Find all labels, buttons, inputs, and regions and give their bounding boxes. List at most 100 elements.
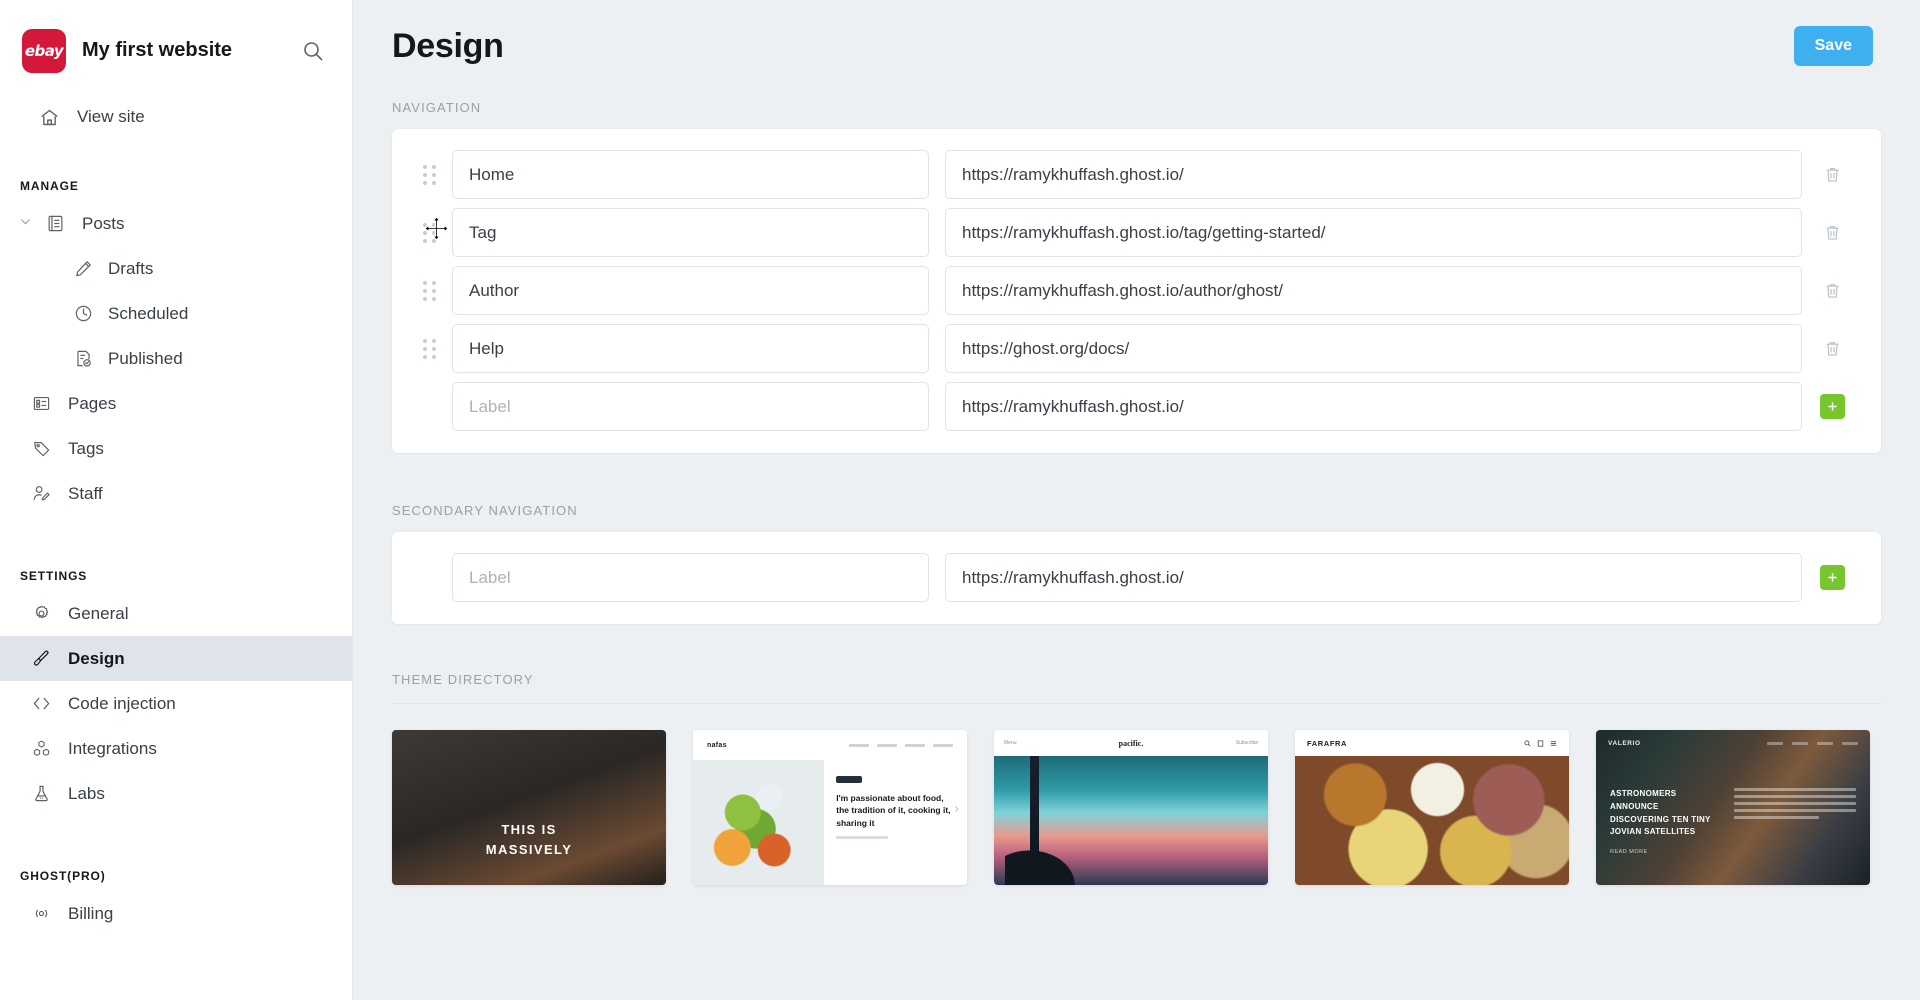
sidebar-item-labs[interactable]: Labs <box>0 771 352 816</box>
theme-hero-image <box>1295 756 1569 885</box>
pages-icon <box>30 393 52 415</box>
nav-url-input-new[interactable] <box>945 382 1802 431</box>
nav-url-input[interactable] <box>945 208 1802 257</box>
sidebar-item-billing[interactable]: Billing <box>0 891 352 936</box>
drag-handle-placeholder <box>420 394 438 420</box>
ebay-logo: ebay <box>22 28 66 73</box>
theme-caption: THIS IS MASSIVELY <box>392 820 666 859</box>
secondary-nav-url-input[interactable] <box>945 553 1802 602</box>
theme-nav-links <box>849 743 953 747</box>
content-area: NAVIGATION Home https://ramykhuffash.gho… <box>353 100 1920 885</box>
drag-handle-icon[interactable] <box>420 336 438 362</box>
sidebar-item-general[interactable]: General <box>0 591 352 636</box>
gear-icon <box>30 603 52 625</box>
theme-byline <box>836 835 889 839</box>
drag-handle-icon[interactable] <box>420 220 438 246</box>
sidebar-item-published[interactable]: Published <box>0 336 352 381</box>
nav-list-manage: Posts Drafts Scheduled Published Pages T… <box>0 201 352 516</box>
site-title: My first website <box>82 39 233 61</box>
nav-label-input[interactable] <box>452 266 929 315</box>
document-check-icon <box>72 348 94 370</box>
theme-menu-label: Menu <box>1004 740 1017 746</box>
page-header: Design Save <box>353 0 1920 92</box>
save-button[interactable]: Save <box>1793 26 1873 66</box>
drag-handle-icon[interactable] <box>420 162 438 188</box>
sidebar-item-label: Drafts <box>108 258 154 278</box>
sidebar-item-pages[interactable]: Pages <box>0 381 352 426</box>
search-icon[interactable] <box>300 38 326 64</box>
theme-nav-bar: FARAFRA <box>1295 730 1569 756</box>
clock-icon <box>72 303 94 325</box>
nav-label-input[interactable] <box>452 150 929 199</box>
theme-card-valerio[interactable]: VALERIO ASTRONOMERS ANNOUNCE DISCOVERING… <box>1596 730 1870 885</box>
row-action <box>1808 161 1856 189</box>
theme-logo: nafas <box>707 741 727 749</box>
integrations-icon <box>30 738 52 760</box>
theme-nav-links <box>1767 741 1858 745</box>
navigation-row <box>392 208 1881 257</box>
theme-grid: THIS IS MASSIVELY nafas I'm passionate a… <box>392 730 1881 885</box>
pencil-icon <box>72 258 94 280</box>
sidebar-item-tags[interactable]: Tags <box>0 426 352 471</box>
secondary-navigation-section: SECONDARY NAVIGATION <box>392 503 1881 624</box>
view-site-link[interactable]: View site <box>0 98 352 136</box>
theme-directory-section: THEME DIRECTORY THIS IS MASSIVELY nafas <box>392 672 1881 885</box>
theme-card-nafas[interactable]: nafas I'm passionate about food, the tra… <box>693 730 967 885</box>
delete-icon[interactable] <box>1818 161 1846 189</box>
delete-icon[interactable] <box>1818 277 1846 305</box>
nav-url-input[interactable] <box>945 266 1802 315</box>
section-heading-manage: MANAGE <box>20 179 79 193</box>
theme-card-massively[interactable]: THIS IS MASSIVELY <box>392 730 666 885</box>
theme-card-farafra[interactable]: FARAFRA <box>1295 730 1569 885</box>
nav-label-input[interactable] <box>452 208 929 257</box>
theme-read-more: READ MORE <box>1610 849 1648 856</box>
app-root: ebay My first website View site MANAGE P… <box>0 0 1920 1000</box>
drag-handle-placeholder <box>420 565 438 591</box>
add-secondary-nav-item-button[interactable] <box>1819 565 1845 590</box>
secondary-nav-label-input[interactable] <box>452 553 929 602</box>
row-action <box>1808 335 1856 363</box>
drag-handle-icon[interactable] <box>420 278 438 304</box>
nav-label-input-new[interactable] <box>452 382 929 431</box>
theme-body: I'm passionate about food, the tradition… <box>693 760 967 885</box>
sidebar-item-label: Posts <box>82 213 125 233</box>
sidebar-item-staff[interactable]: Staff <box>0 471 352 516</box>
chevron-down-icon[interactable] <box>19 215 32 233</box>
theme-body: ASTRONOMERS ANNOUNCE DISCOVERING TEN TIN… <box>1596 788 1870 855</box>
sidebar-item-integrations[interactable]: Integrations <box>0 726 352 771</box>
paintbrush-icon <box>30 648 52 670</box>
nav-url-input[interactable] <box>945 150 1802 199</box>
sidebar-item-label: Design <box>68 648 125 668</box>
ebay-logo-text: ebay <box>24 41 64 60</box>
theme-nav-bar: VALERIO <box>1596 730 1870 756</box>
sidebar-item-label: Tags <box>68 438 104 458</box>
sidebar-item-design[interactable]: Design <box>0 636 352 681</box>
nav-url-input[interactable] <box>945 324 1802 373</box>
navigation-row <box>392 324 1881 373</box>
home-icon <box>38 106 60 128</box>
delete-icon[interactable] <box>1818 335 1846 363</box>
sidebar-item-code-injection[interactable]: Code injection <box>0 681 352 726</box>
theme-text-block: I'm passionate about food, the tradition… <box>824 760 967 885</box>
sidebar-item-label: Pages <box>68 393 117 413</box>
sidebar-item-scheduled[interactable]: Scheduled <box>0 291 352 336</box>
sidebar-item-label: Code injection <box>68 693 176 713</box>
add-nav-item-button[interactable] <box>1819 394 1845 419</box>
theme-nav-bar: Menu pacific. Subscribe <box>994 730 1268 756</box>
flask-icon <box>30 783 52 805</box>
theme-hero-image <box>994 756 1268 885</box>
navigation-row-new <box>392 382 1881 431</box>
theme-subscribe-label: Subscribe <box>1235 740 1258 746</box>
delete-icon[interactable] <box>1818 219 1846 247</box>
theme-logo: VALERIO <box>1608 739 1641 747</box>
navigation-row <box>392 150 1881 199</box>
chevron-right-icon: › <box>954 800 959 815</box>
navigation-card <box>392 129 1881 453</box>
sidebar-item-posts[interactable]: Posts <box>0 201 352 246</box>
tag-icon <box>30 438 52 460</box>
nav-label-input[interactable] <box>452 324 929 373</box>
sidebar-item-drafts[interactable]: Drafts <box>0 246 352 291</box>
theme-tag-badge <box>836 776 863 783</box>
theme-card-pacific[interactable]: Menu pacific. Subscribe <box>994 730 1268 885</box>
section-heading-ghostpro: GHOST(PRO) <box>20 869 106 883</box>
